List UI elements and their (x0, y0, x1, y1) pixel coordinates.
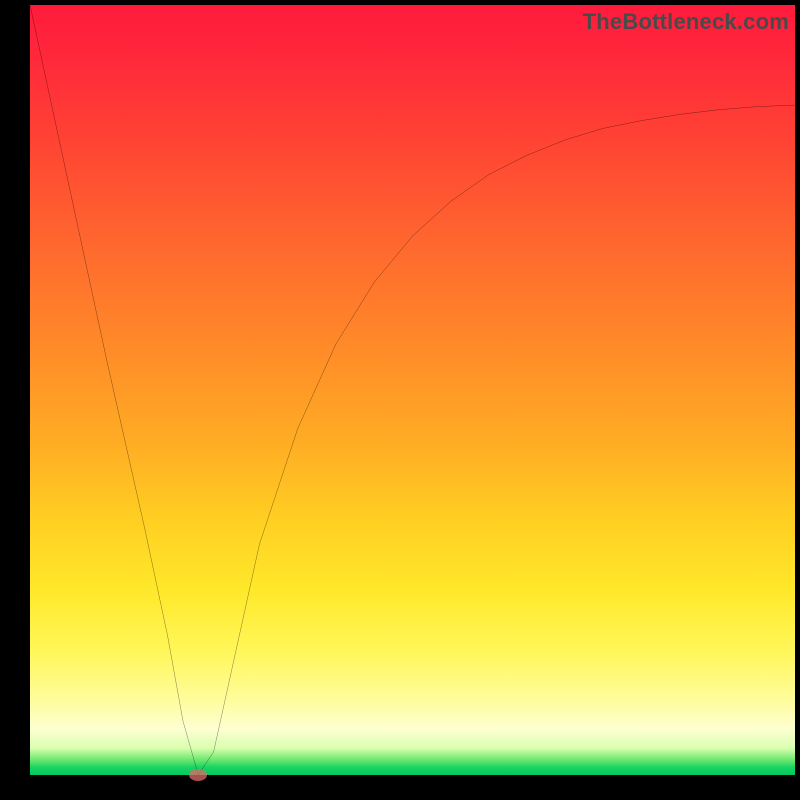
watermark-text: TheBottleneck.com (583, 9, 789, 35)
chart-frame: TheBottleneck.com (0, 0, 800, 800)
min-point-marker (189, 769, 207, 781)
bottleneck-curve (30, 5, 795, 775)
plot-area: TheBottleneck.com (30, 5, 795, 775)
